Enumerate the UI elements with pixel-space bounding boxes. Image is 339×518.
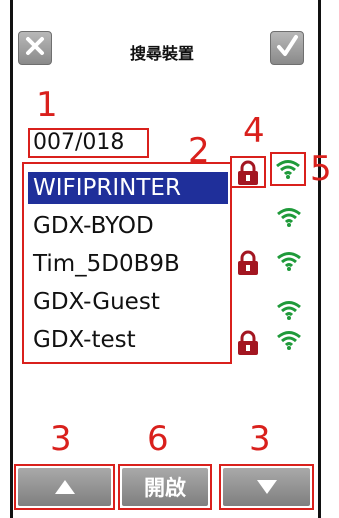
wifi-signal-icon xyxy=(277,208,301,227)
wifi-signal-icon xyxy=(277,301,301,320)
annotation-3-left: 3 xyxy=(50,419,72,459)
open-button[interactable]: 開啟 xyxy=(118,464,212,510)
confirm-button[interactable] xyxy=(270,31,304,65)
annotation-6: 6 xyxy=(147,419,169,459)
wifi-signal-icon xyxy=(277,252,301,271)
checkmark-icon xyxy=(275,34,299,63)
triangle-up-icon xyxy=(54,480,75,494)
triangle-down-icon xyxy=(256,480,277,494)
annotation-4: 4 xyxy=(243,111,265,151)
annotation-5: 5 xyxy=(310,149,332,189)
network-item-tim[interactable]: Tim_5D0B9B xyxy=(28,248,228,280)
scroll-up-button[interactable] xyxy=(14,464,115,510)
lock-icon xyxy=(238,330,258,355)
network-item-gdx-guest[interactable]: GDX-Guest xyxy=(28,286,228,318)
lock-icon xyxy=(238,160,258,185)
annotation-3-right: 3 xyxy=(249,419,271,459)
close-icon xyxy=(24,35,46,62)
wifi-signal-icon xyxy=(277,331,301,350)
page-counter: 007/018 xyxy=(28,128,149,158)
page-title: 搜尋裝置 xyxy=(129,44,194,63)
lock-icon xyxy=(238,250,258,275)
network-item-gdx-test[interactable]: GDX-test xyxy=(28,324,228,356)
network-item-wifiprinter[interactable]: WIFIPRINTER xyxy=(28,172,228,204)
open-button-label: 開啟 xyxy=(122,468,208,506)
network-list: WIFIPRINTER GDX-BYOD Tim_5D0B9B GDX-Gues… xyxy=(22,162,232,364)
cancel-button[interactable] xyxy=(18,31,52,65)
annotation-1: 1 xyxy=(36,85,58,125)
scroll-down-button[interactable] xyxy=(219,464,314,510)
network-item-gdx-byod[interactable]: GDX-BYOD xyxy=(28,210,228,242)
wifi-signal-icon xyxy=(276,160,300,179)
